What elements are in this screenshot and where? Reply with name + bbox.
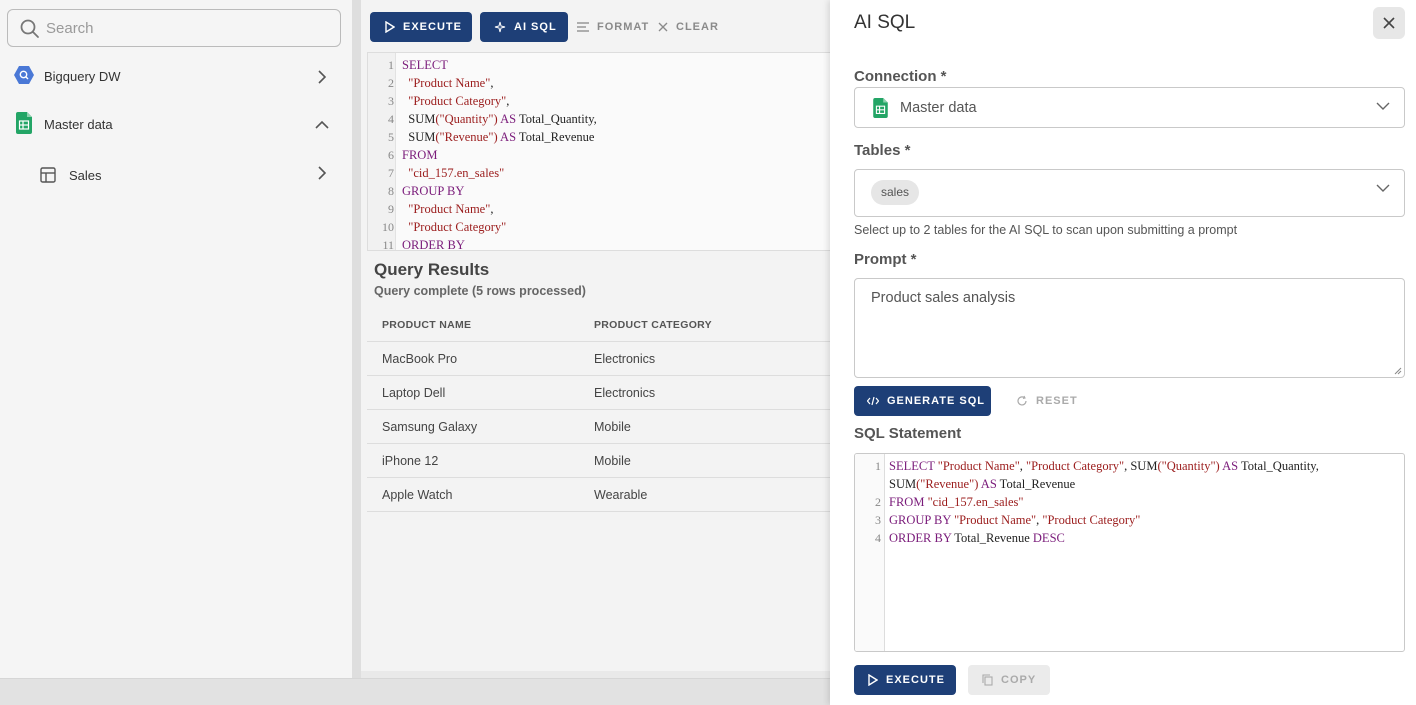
sparkle-icon xyxy=(494,21,506,33)
copy-label: COPY xyxy=(1001,674,1037,686)
cell-product-name: iPhone 12 xyxy=(382,454,439,468)
generate-sql-label: GENERATE SQL xyxy=(887,395,985,407)
table-row: Laptop Dell Electronics xyxy=(367,376,830,410)
chevron-right-icon[interactable] xyxy=(316,166,328,180)
code-icon xyxy=(867,396,879,406)
cell-product-category: Mobile xyxy=(594,420,631,434)
reset-icon xyxy=(1017,395,1027,406)
reset-button[interactable]: RESET xyxy=(1016,386,1078,416)
cell-product-category: Wearable xyxy=(594,488,648,502)
sidebar-item-label: Master data xyxy=(44,117,113,132)
execute-button-label: EXECUTE xyxy=(403,21,462,33)
prompt-textarea[interactable]: Product sales analysis xyxy=(854,278,1405,378)
reset-label: RESET xyxy=(1036,395,1078,407)
format-button-label: FORMAT xyxy=(597,21,650,33)
ai-sql-panel: AI SQL Connection * Master data Tables *… xyxy=(830,0,1416,705)
execute-sql-button[interactable]: EXECUTE xyxy=(854,665,956,695)
column-header-product-name[interactable]: PRODUCT NAME xyxy=(382,319,471,331)
resize-grip-icon[interactable] xyxy=(1394,367,1402,375)
sidebar-item-label: Sales xyxy=(69,168,102,183)
cell-product-name: Laptop Dell xyxy=(382,386,446,400)
cell-product-category: Electronics xyxy=(594,352,656,366)
connection-label: Connection * xyxy=(854,68,947,85)
format-lines-icon xyxy=(577,22,589,32)
sql-statement-label: SQL Statement xyxy=(854,425,962,442)
sidebar: Search Bigquery DW Master data Sales xyxy=(0,0,352,678)
table-icon xyxy=(40,167,56,183)
sql-statement-editor[interactable]: 1 SELECT "Product Name", "Product Categor… xyxy=(854,453,1405,652)
resize-handle[interactable] xyxy=(352,0,361,678)
ai-sql-button[interactable]: AI SQL xyxy=(480,12,568,42)
google-sheets-icon xyxy=(873,98,888,118)
query-status: Query complete (5 rows processed) xyxy=(374,284,586,298)
table-chip[interactable]: sales xyxy=(871,180,920,205)
cell-product-name: Apple Watch xyxy=(382,488,453,502)
clear-button-label: CLEAR xyxy=(676,21,719,33)
chevron-down-icon xyxy=(1376,184,1390,192)
search-placeholder: Search xyxy=(46,20,94,37)
close-icon xyxy=(1383,17,1395,29)
chevron-right-icon[interactable] xyxy=(316,70,328,84)
play-icon xyxy=(868,674,878,686)
ai-sql-button-label: AI SQL xyxy=(514,21,557,33)
cell-product-name: MacBook Pro xyxy=(382,352,458,366)
cell-product-name: Samsung Galaxy xyxy=(382,420,478,434)
close-icon xyxy=(658,22,668,32)
clear-button[interactable]: CLEAR xyxy=(658,12,719,42)
sidebar-item-sales[interactable]: Sales xyxy=(0,155,352,195)
sql-code-editor[interactable]: 1 SELECT 2 "Product Name", 3 "Product Cat… xyxy=(367,52,830,251)
format-button[interactable]: FORMAT xyxy=(577,12,649,42)
play-icon xyxy=(385,21,395,33)
table-row: MacBook Pro Electronics xyxy=(367,342,830,376)
copy-icon xyxy=(982,674,993,686)
sidebar-item-bigquery-dw[interactable]: Bigquery DW xyxy=(0,56,352,96)
cell-product-category: Electronics xyxy=(594,386,656,400)
column-header-product-category[interactable]: PRODUCT CATEGORY xyxy=(594,319,712,331)
execute-button[interactable]: EXECUTE xyxy=(370,12,472,42)
google-sheets-icon xyxy=(16,112,32,134)
table-row: Samsung Galaxy Mobile xyxy=(367,410,830,444)
panel-title: AI SQL xyxy=(854,12,916,33)
horizontal-scrollbar[interactable] xyxy=(0,678,830,705)
line-number-gutter xyxy=(855,454,885,651)
prompt-value: Product sales analysis xyxy=(871,290,1016,306)
search-icon xyxy=(20,19,39,38)
connection-select[interactable]: Master data xyxy=(854,87,1405,128)
chevron-up-icon[interactable] xyxy=(315,120,329,130)
close-panel-button[interactable] xyxy=(1373,7,1405,39)
query-editor-area: EXECUTE AI SQL FORMAT CLEAR 1 SELECT 2 "P… xyxy=(361,0,830,671)
tables-select[interactable]: sales xyxy=(854,169,1405,217)
tables-helper-text: Select up to 2 tables for the AI SQL to … xyxy=(854,223,1238,237)
table-row: Apple Watch Wearable xyxy=(367,478,830,512)
tables-label: Tables * xyxy=(854,142,911,159)
chevron-down-icon xyxy=(1376,102,1390,110)
cell-product-category: Mobile xyxy=(594,454,631,468)
generate-sql-button[interactable]: GENERATE SQL xyxy=(854,386,991,416)
copy-button[interactable]: COPY xyxy=(968,665,1050,695)
bigquery-icon xyxy=(14,66,34,84)
execute-sql-label: EXECUTE xyxy=(886,674,945,686)
search-input[interactable]: Search xyxy=(7,9,341,47)
connection-value: Master data xyxy=(900,100,977,116)
table-header: PRODUCT NAME PRODUCT CATEGORY xyxy=(367,306,830,342)
prompt-label: Prompt * xyxy=(854,251,917,268)
table-row: iPhone 12 Mobile xyxy=(367,444,830,478)
sidebar-item-label: Bigquery DW xyxy=(44,69,121,84)
query-results-title: Query Results xyxy=(374,260,490,279)
sidebar-item-master-data[interactable]: Master data xyxy=(0,104,352,144)
